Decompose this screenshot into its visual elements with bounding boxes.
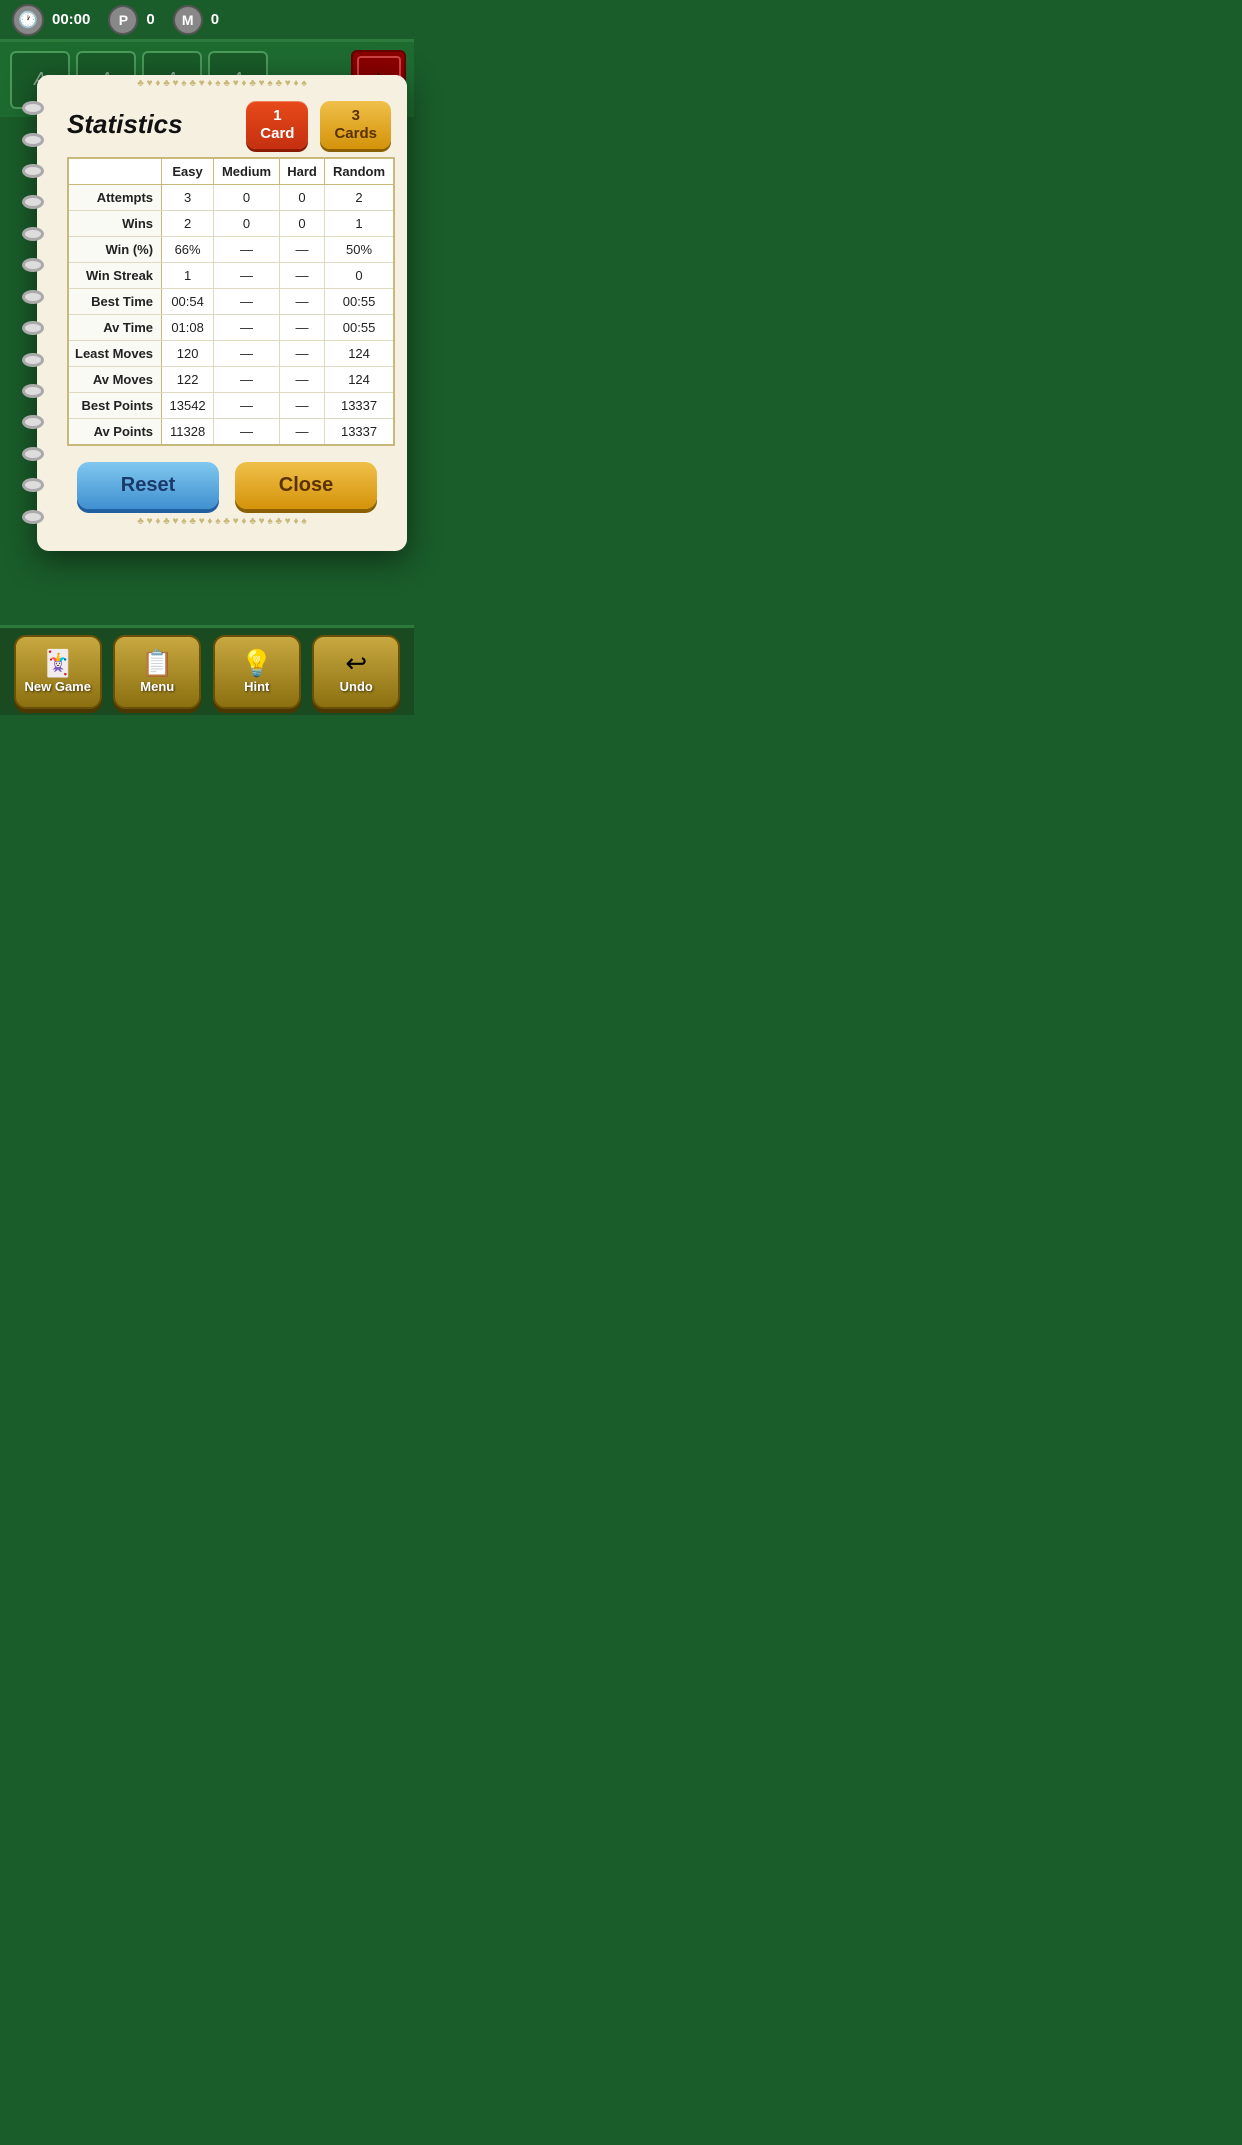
cell-hard: —: [279, 314, 324, 340]
new-game-label: New Game: [25, 679, 91, 694]
table-row: Best Points13542——13337: [68, 392, 394, 418]
bottom-nav: 🃏 New Game 📋 Menu 💡 Hint ↩ Undo: [0, 625, 414, 715]
tab-3-cards[interactable]: 3 Cards: [320, 101, 391, 149]
cell-easy: 01:08: [162, 314, 214, 340]
spiral-binding: [19, 95, 47, 531]
cell-easy: 1: [162, 262, 214, 288]
col-random: Random: [325, 158, 394, 185]
cell-random: 124: [325, 340, 394, 366]
table-row: Attempts3002: [68, 184, 394, 210]
row-label: Av Moves: [68, 366, 162, 392]
suit-border-top: ♣ ♥ ♦ ♣ ♥ ♠ ♣ ♥ ♦ ♠ ♣ ♥ ♦ ♣ ♥ ♠ ♣ ♥ ♦ ♠: [137, 78, 306, 89]
table-row: Best Time00:54——00:55: [68, 288, 394, 314]
cell-medium: —: [214, 288, 280, 314]
cell-hard: —: [279, 366, 324, 392]
cell-random: 13337: [325, 418, 394, 445]
row-label: Av Time: [68, 314, 162, 340]
row-label: Best Points: [68, 392, 162, 418]
cell-medium: —: [214, 262, 280, 288]
col-medium: Medium: [214, 158, 280, 185]
tab1-line1: 1: [273, 107, 281, 124]
col-hard: Hard: [279, 158, 324, 185]
row-label: Attempts: [68, 184, 162, 210]
statistics-modal: ♣ ♥ ♦ ♣ ♥ ♠ ♣ ♥ ♦ ♠ ♣ ♥ ♦ ♣ ♥ ♠ ♣ ♥ ♦ ♠ …: [37, 75, 407, 551]
cell-easy: 122: [162, 366, 214, 392]
table-row: Win Streak1——0: [68, 262, 394, 288]
hint-button[interactable]: 💡 Hint: [213, 635, 301, 709]
cell-medium: 0: [214, 210, 280, 236]
cell-medium: —: [214, 314, 280, 340]
cell-easy: 66%: [162, 236, 214, 262]
row-label: Best Time: [68, 288, 162, 314]
cell-random: 13337: [325, 392, 394, 418]
cell-hard: —: [279, 340, 324, 366]
cell-hard: —: [279, 236, 324, 262]
cell-medium: —: [214, 392, 280, 418]
row-label: Win Streak: [68, 262, 162, 288]
cell-easy: 2: [162, 210, 214, 236]
menu-label: Menu: [140, 679, 174, 694]
cell-hard: 0: [279, 184, 324, 210]
stats-table: Easy Medium Hard Random Attempts3002Wins…: [67, 157, 395, 446]
cell-easy: 13542: [162, 392, 214, 418]
tab1-line2: Card: [260, 125, 294, 142]
cell-random: 1: [325, 210, 394, 236]
close-button[interactable]: Close: [235, 462, 377, 509]
row-label: Av Points: [68, 418, 162, 445]
modal-buttons: Reset Close: [37, 450, 407, 513]
cell-medium: 0: [214, 184, 280, 210]
undo-icon: ↩: [345, 650, 367, 676]
table-row: Av Time01:08——00:55: [68, 314, 394, 340]
cell-hard: —: [279, 262, 324, 288]
cell-medium: —: [214, 418, 280, 445]
col-easy: Easy: [162, 158, 214, 185]
cell-easy: 3: [162, 184, 214, 210]
new-game-button[interactable]: 🃏 New Game: [14, 635, 102, 709]
cell-hard: —: [279, 288, 324, 314]
hint-label: Hint: [244, 679, 269, 694]
menu-icon: 📋: [141, 650, 173, 676]
row-label: Wins: [68, 210, 162, 236]
cell-hard: —: [279, 392, 324, 418]
suit-border-bottom: ♣ ♥ ♦ ♣ ♥ ♠ ♣ ♥ ♦ ♠ ♣ ♥ ♦ ♣ ♥ ♠ ♣ ♥ ♦ ♠: [137, 516, 306, 527]
cell-medium: —: [214, 340, 280, 366]
new-game-icon: 🃏: [42, 650, 74, 676]
cell-random: 2: [325, 184, 394, 210]
modal-header: Statistics 1 Card 3 Cards: [37, 93, 407, 153]
cell-random: 50%: [325, 236, 394, 262]
table-row: Av Points11328——13337: [68, 418, 394, 445]
cell-random: 0: [325, 262, 394, 288]
undo-label: Undo: [340, 679, 373, 694]
stats-table-wrap: Easy Medium Hard Random Attempts3002Wins…: [37, 153, 407, 450]
cell-medium: —: [214, 236, 280, 262]
cell-random: 00:55: [325, 288, 394, 314]
tab2-line2: Cards: [334, 125, 377, 142]
row-label: Win (%): [68, 236, 162, 262]
border-bottom: ♣ ♥ ♦ ♣ ♥ ♠ ♣ ♥ ♦ ♠ ♣ ♥ ♦ ♣ ♥ ♠ ♣ ♥ ♦ ♠: [37, 513, 407, 531]
hint-icon: 💡: [241, 650, 273, 676]
table-row: Win (%)66%——50%: [68, 236, 394, 262]
menu-button[interactable]: 📋 Menu: [113, 635, 201, 709]
table-row: Wins2001: [68, 210, 394, 236]
undo-button[interactable]: ↩ Undo: [312, 635, 400, 709]
tab-1-card[interactable]: 1 Card: [246, 101, 308, 149]
cell-medium: —: [214, 366, 280, 392]
row-label: Least Moves: [68, 340, 162, 366]
cell-easy: 120: [162, 340, 214, 366]
cell-random: 124: [325, 366, 394, 392]
tab2-line1: 3: [352, 107, 360, 124]
cell-easy: 00:54: [162, 288, 214, 314]
cell-easy: 11328: [162, 418, 214, 445]
table-row: Av Moves122——124: [68, 366, 394, 392]
cell-hard: 0: [279, 210, 324, 236]
reset-button[interactable]: Reset: [77, 462, 219, 509]
cell-random: 00:55: [325, 314, 394, 340]
cell-hard: —: [279, 418, 324, 445]
table-row: Least Moves120——124: [68, 340, 394, 366]
modal-title: Statistics: [67, 109, 234, 140]
modal-overlay: ♣ ♥ ♦ ♣ ♥ ♠ ♣ ♥ ♦ ♠ ♣ ♥ ♦ ♣ ♥ ♠ ♣ ♥ ♦ ♠ …: [0, 0, 414, 625]
border-top: ♣ ♥ ♦ ♣ ♥ ♠ ♣ ♥ ♦ ♠ ♣ ♥ ♦ ♣ ♥ ♠ ♣ ♥ ♦ ♠: [37, 75, 407, 93]
